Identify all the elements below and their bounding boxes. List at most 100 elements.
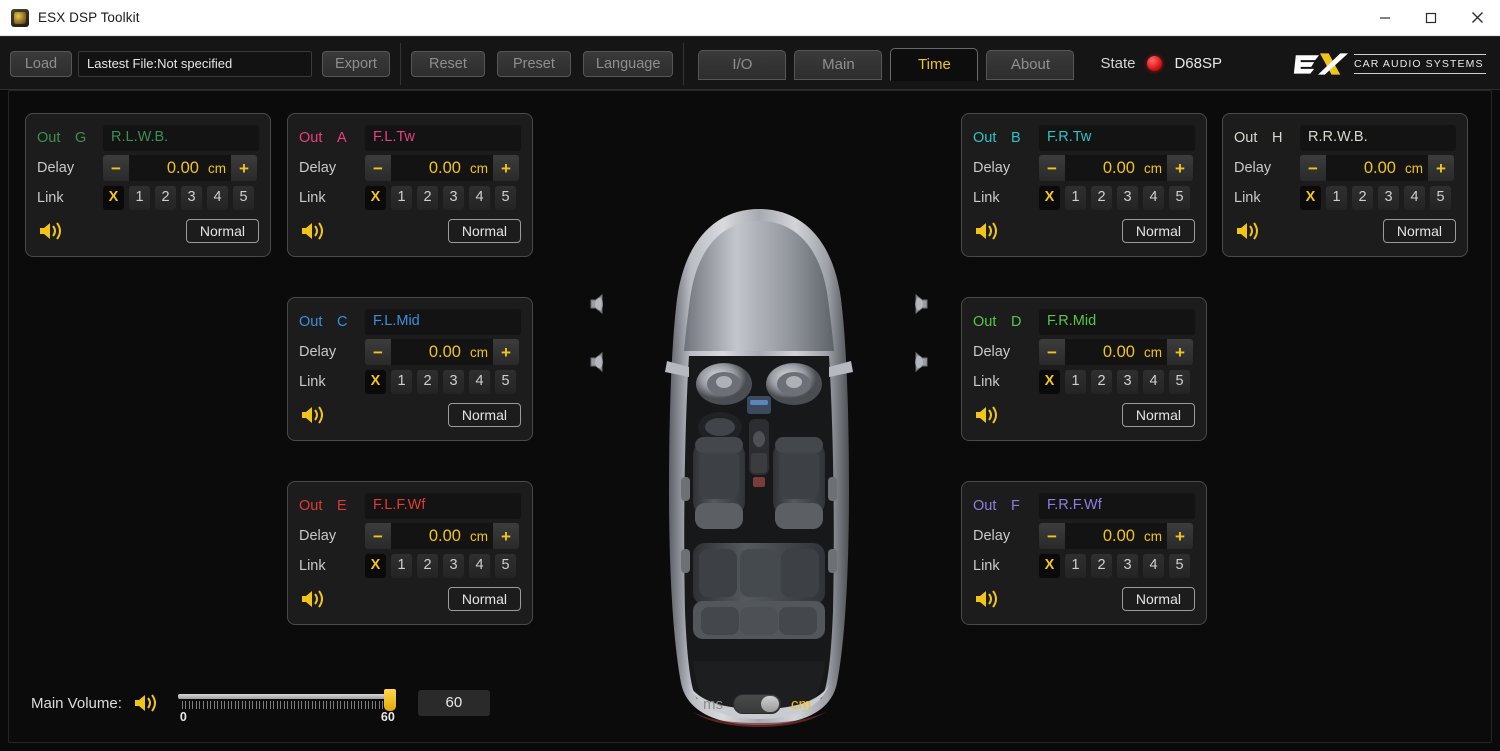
channel-g-name-field[interactable]: R.L.W.B. (103, 125, 259, 151)
channel-b-link-3[interactable]: 3 (1117, 186, 1138, 210)
slider-knob[interactable] (383, 689, 396, 711)
channel-c-link-1[interactable]: 1 (391, 370, 412, 394)
channel-e-phase-button[interactable]: Normal (447, 587, 521, 611)
channel-f-mute-speaker-icon[interactable] (973, 587, 1003, 611)
channel-e-delay-decrement[interactable]: − (365, 523, 391, 549)
channel-d-delay-increment[interactable]: + (1167, 339, 1193, 365)
tab-time[interactable]: Time (890, 47, 979, 81)
channel-d-link-5[interactable]: 5 (1169, 370, 1190, 394)
unit-label-cm[interactable]: cm (791, 696, 811, 713)
channel-a-link-4[interactable]: 4 (469, 186, 490, 210)
channel-b-link-2[interactable]: 2 (1091, 186, 1112, 210)
channel-e-link-4[interactable]: 4 (469, 554, 490, 578)
channel-a-delay-value[interactable]: 0.00 (391, 159, 465, 178)
channel-b-link-1[interactable]: 1 (1065, 186, 1086, 210)
channel-a-link-3[interactable]: 3 (443, 186, 464, 210)
channel-g-phase-button[interactable]: Normal (185, 219, 259, 243)
channel-h-phase-button[interactable]: Normal (1382, 219, 1456, 243)
channel-e-delay-value[interactable]: 0.00 (391, 527, 465, 546)
channel-a-mute-speaker-icon[interactable] (299, 219, 329, 243)
channel-e-link-1[interactable]: 1 (391, 554, 412, 578)
tab-io[interactable]: I/O (698, 49, 787, 80)
channel-g-delay-decrement[interactable]: − (103, 155, 129, 181)
channel-e-link-x[interactable]: X (365, 554, 386, 578)
channel-g-link-4[interactable]: 4 (207, 186, 228, 210)
channel-a-name-field[interactable]: F.L.Tw (365, 125, 521, 151)
language-button[interactable]: Language (582, 50, 674, 77)
channel-b-link-5[interactable]: 5 (1169, 186, 1190, 210)
channel-h-link-5[interactable]: 5 (1430, 186, 1451, 210)
channel-a-link-1[interactable]: 1 (391, 186, 412, 210)
delay-unit-toggle[interactable]: ms cm (703, 694, 811, 714)
channel-a-delay-decrement[interactable]: − (365, 155, 391, 181)
channel-f-delay-increment[interactable]: + (1167, 523, 1193, 549)
channel-a-phase-button[interactable]: Normal (447, 219, 521, 243)
channel-g-link-3[interactable]: 3 (181, 186, 202, 210)
channel-a-link-5[interactable]: 5 (495, 186, 516, 210)
channel-a-delay-increment[interactable]: + (493, 155, 519, 181)
main-volume-value[interactable]: 60 (417, 690, 490, 716)
channel-d-phase-button[interactable]: Normal (1121, 403, 1195, 427)
unit-label-ms[interactable]: ms (703, 696, 723, 713)
channel-f-link-x[interactable]: X (1039, 554, 1060, 578)
channel-b-link-x[interactable]: X (1039, 186, 1060, 210)
channel-h-link-3[interactable]: 3 (1378, 186, 1399, 210)
channel-d-delay-value[interactable]: 0.00 (1065, 343, 1139, 362)
channel-c-delay-value[interactable]: 0.00 (391, 343, 465, 362)
channel-d-link-2[interactable]: 2 (1091, 370, 1112, 394)
channel-f-delay-value[interactable]: 0.00 (1065, 527, 1139, 546)
channel-g-link-1[interactable]: 1 (129, 186, 150, 210)
channel-b-delay-increment[interactable]: + (1167, 155, 1193, 181)
tab-main[interactable]: Main (794, 49, 883, 80)
channel-c-name-field[interactable]: F.L.Mid (365, 309, 521, 335)
channel-h-delay-decrement[interactable]: − (1300, 155, 1326, 181)
channel-b-name-field[interactable]: F.R.Tw (1039, 125, 1195, 151)
channel-b-link-4[interactable]: 4 (1143, 186, 1164, 210)
load-button[interactable]: Load (10, 50, 72, 77)
last-file-field[interactable]: Lastest File:Not specified (78, 50, 312, 77)
channel-c-phase-button[interactable]: Normal (447, 403, 521, 427)
channel-h-link-4[interactable]: 4 (1404, 186, 1425, 210)
main-volume-speaker-icon[interactable] (132, 691, 162, 715)
channel-a-link-2[interactable]: 2 (417, 186, 438, 210)
reset-button[interactable]: Reset (410, 50, 485, 77)
tab-about[interactable]: About (986, 49, 1075, 80)
channel-f-link-4[interactable]: 4 (1143, 554, 1164, 578)
channel-b-delay-decrement[interactable]: − (1039, 155, 1065, 181)
channel-g-delay-increment[interactable]: + (231, 155, 257, 181)
channel-g-mute-speaker-icon[interactable] (37, 219, 67, 243)
channel-c-delay-increment[interactable]: + (493, 339, 519, 365)
channel-h-delay-increment[interactable]: + (1428, 155, 1454, 181)
channel-e-delay-increment[interactable]: + (493, 523, 519, 549)
channel-e-name-field[interactable]: F.L.F.Wf (365, 493, 521, 519)
channel-d-link-1[interactable]: 1 (1065, 370, 1086, 394)
channel-c-link-4[interactable]: 4 (469, 370, 490, 394)
preset-button[interactable]: Preset (496, 50, 571, 77)
channel-d-link-4[interactable]: 4 (1143, 370, 1164, 394)
channel-d-name-field[interactable]: F.R.Mid (1039, 309, 1195, 335)
channel-e-mute-speaker-icon[interactable] (299, 587, 329, 611)
channel-f-name-field[interactable]: F.R.F.Wf (1039, 493, 1195, 519)
channel-h-name-field[interactable]: R.R.W.B. (1300, 125, 1456, 151)
channel-c-link-5[interactable]: 5 (495, 370, 516, 394)
channel-b-delay-value[interactable]: 0.00 (1065, 159, 1139, 178)
channel-c-link-3[interactable]: 3 (443, 370, 464, 394)
export-button[interactable]: Export (322, 50, 390, 77)
channel-h-mute-speaker-icon[interactable] (1234, 219, 1264, 243)
unit-switch-knob[interactable] (761, 696, 779, 712)
channel-c-link-2[interactable]: 2 (417, 370, 438, 394)
channel-h-link-x[interactable]: X (1300, 186, 1321, 210)
unit-switch[interactable] (733, 694, 781, 714)
channel-g-link-5[interactable]: 5 (233, 186, 254, 210)
channel-g-delay-value[interactable]: 0.00 (129, 159, 203, 178)
channel-f-phase-button[interactable]: Normal (1121, 587, 1195, 611)
channel-a-link-x[interactable]: X (365, 186, 386, 210)
channel-f-link-3[interactable]: 3 (1117, 554, 1138, 578)
channel-f-link-1[interactable]: 1 (1065, 554, 1086, 578)
channel-h-link-1[interactable]: 1 (1326, 186, 1347, 210)
channel-b-mute-speaker-icon[interactable] (973, 219, 1003, 243)
channel-c-mute-speaker-icon[interactable] (299, 403, 329, 427)
channel-c-delay-decrement[interactable]: − (365, 339, 391, 365)
channel-b-phase-button[interactable]: Normal (1121, 219, 1195, 243)
minimize-button[interactable] (1362, 0, 1408, 36)
